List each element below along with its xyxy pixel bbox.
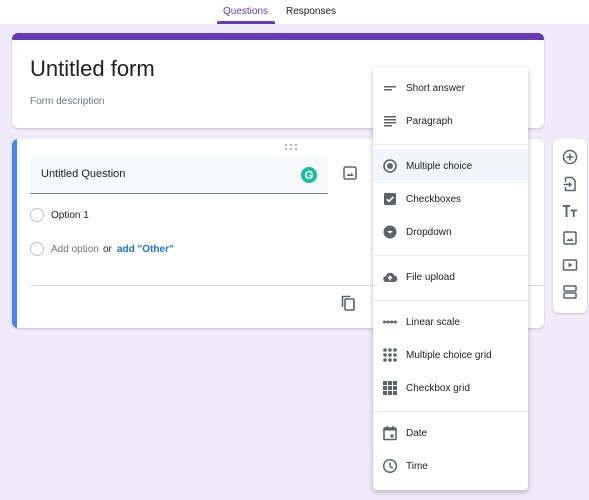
top-bar: Questions Responses bbox=[0, 0, 589, 24]
dropdown-icon bbox=[383, 225, 397, 239]
active-question-indicator bbox=[12, 139, 17, 328]
menu-item-label: Linear scale bbox=[406, 317, 460, 328]
linear-scale-icon bbox=[383, 320, 397, 324]
menu-item-checkbox-grid[interactable]: Checkbox grid bbox=[373, 372, 528, 405]
active-tab-indicator bbox=[217, 21, 275, 24]
menu-item-label: Dropdown bbox=[406, 227, 452, 238]
menu-item-label: Paragraph bbox=[406, 116, 453, 127]
duplicate-icon[interactable] bbox=[339, 294, 357, 312]
menu-divider bbox=[373, 411, 528, 412]
header-accent-bar bbox=[12, 33, 544, 40]
cloud-upload-icon bbox=[383, 272, 398, 283]
menu-divider bbox=[373, 300, 528, 301]
menu-item-short-answer[interactable]: Short answer bbox=[373, 72, 528, 105]
menu-item-multiple-choice[interactable]: Multiple choice bbox=[373, 150, 528, 183]
menu-divider bbox=[373, 144, 528, 145]
grammarly-icon[interactable] bbox=[301, 167, 317, 183]
menu-item-label: Date bbox=[406, 428, 428, 439]
add-video-icon[interactable] bbox=[562, 257, 578, 273]
menu-item-dropdown[interactable]: Dropdown bbox=[373, 216, 528, 249]
checkbox-icon bbox=[384, 193, 396, 205]
option-label[interactable]: Option 1 bbox=[51, 210, 89, 221]
radio-button-icon bbox=[383, 159, 397, 173]
menu-item-file-upload[interactable]: File upload bbox=[373, 261, 528, 294]
menu-item-multiple-choice-grid[interactable]: Multiple choice grid bbox=[373, 339, 528, 372]
menu-item-checkboxes[interactable]: Checkboxes bbox=[373, 183, 528, 216]
add-option-radio bbox=[30, 242, 44, 256]
question-title-text: Untitled Question bbox=[41, 168, 126, 180]
menu-item-paragraph[interactable]: Paragraph bbox=[373, 105, 528, 138]
form-description-input[interactable]: Form description bbox=[30, 96, 104, 107]
add-image-icon[interactable] bbox=[562, 230, 578, 246]
side-toolbar bbox=[553, 139, 587, 313]
menu-item-label: Time bbox=[406, 461, 428, 472]
menu-item-linear-scale[interactable]: Linear scale bbox=[373, 306, 528, 339]
menu-item-label: Short answer bbox=[406, 83, 465, 94]
add-question-icon[interactable] bbox=[562, 149, 578, 165]
menu-item-label: Multiple choice grid bbox=[406, 350, 492, 361]
menu-item-date[interactable]: Date bbox=[373, 417, 528, 450]
calendar-icon bbox=[383, 426, 397, 441]
radio-grid-icon bbox=[383, 348, 397, 362]
drag-handle-icon[interactable] bbox=[284, 143, 298, 151]
add-other-link[interactable]: add "Other" bbox=[117, 244, 174, 255]
option-radio[interactable] bbox=[30, 208, 44, 222]
import-questions-icon[interactable] bbox=[562, 176, 578, 192]
add-image-icon[interactable] bbox=[342, 165, 358, 181]
form-title[interactable]: Untitled form bbox=[30, 56, 155, 82]
or-text: or bbox=[103, 244, 112, 255]
paragraph-icon bbox=[384, 116, 396, 127]
add-option-input[interactable]: Add option bbox=[51, 244, 99, 255]
clock-icon bbox=[382, 458, 398, 474]
menu-item-label: Multiple choice bbox=[406, 161, 473, 172]
menu-item-time[interactable]: Time bbox=[373, 450, 528, 483]
title-text-icon[interactable] bbox=[562, 203, 578, 219]
question-type-menu: Short answer Paragraph Multiple choice C… bbox=[373, 67, 528, 490]
menu-divider bbox=[373, 255, 528, 256]
tab-questions[interactable]: Questions bbox=[223, 6, 268, 17]
tab-responses[interactable]: Responses bbox=[286, 6, 336, 17]
question-title-input[interactable]: Untitled Question bbox=[30, 156, 328, 194]
short-answer-icon bbox=[384, 86, 396, 91]
menu-item-label: Checkboxes bbox=[406, 194, 462, 205]
add-section-icon[interactable] bbox=[562, 284, 578, 300]
menu-item-label: File upload bbox=[406, 272, 455, 283]
checkbox-grid-icon bbox=[383, 381, 397, 395]
menu-item-label: Checkbox grid bbox=[406, 383, 470, 394]
